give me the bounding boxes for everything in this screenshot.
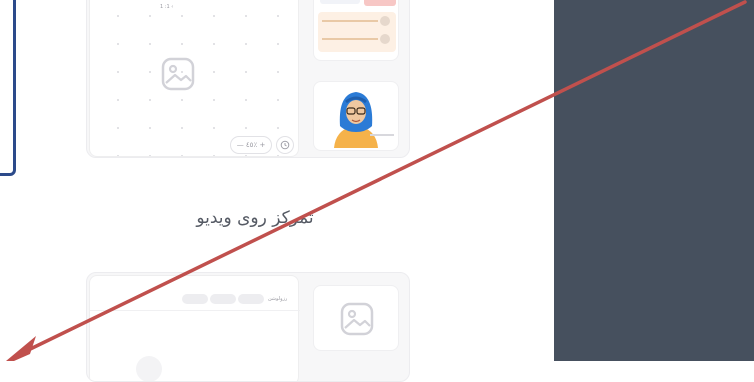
annotation-arrow xyxy=(6,0,747,361)
